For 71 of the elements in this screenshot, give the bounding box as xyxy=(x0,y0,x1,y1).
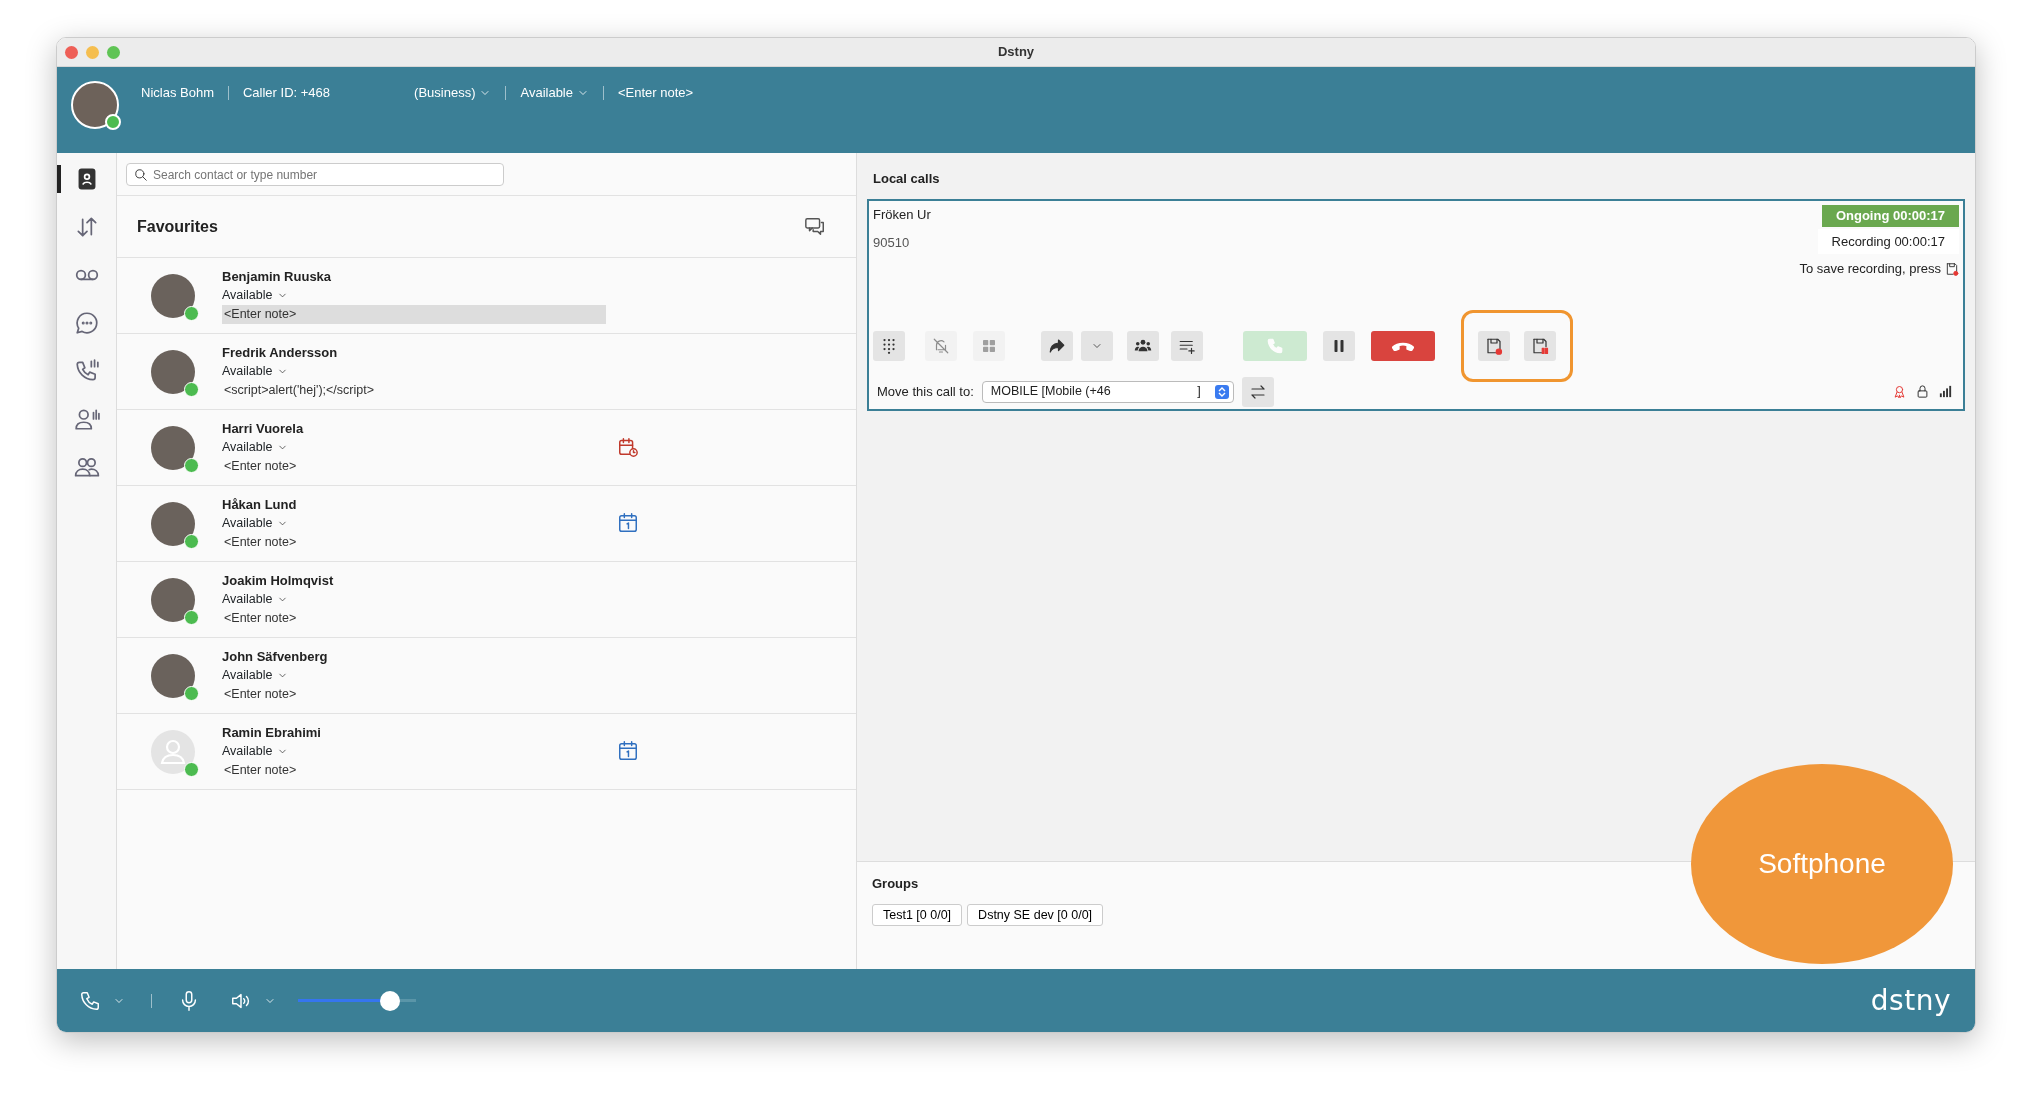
status-dropdown[interactable]: Available xyxy=(222,514,288,533)
dialpad-icon xyxy=(880,336,898,355)
user-name: Niclas Bohm xyxy=(141,84,214,102)
contact-name: Fredrik Andersson xyxy=(222,344,339,362)
logo-text: dstny xyxy=(1870,982,1951,1019)
signal-icon xyxy=(1938,384,1953,399)
group-button[interactable]: Dstny SE dev [0 0/0] xyxy=(967,903,1104,927)
phone-icon[interactable] xyxy=(79,989,101,1012)
ribbon-icon xyxy=(1892,384,1907,399)
status-dropdown[interactable]: Available xyxy=(222,362,288,381)
status-dropdown[interactable]: Available xyxy=(222,286,288,305)
add-to-list-button[interactable] xyxy=(1171,330,1203,361)
generic-avatar-icon xyxy=(151,729,195,774)
chat-icon xyxy=(73,310,100,336)
caller-name: Fröken Ur xyxy=(873,206,931,224)
hang-up-phone-icon xyxy=(1392,340,1414,351)
search-icon xyxy=(134,168,148,182)
status-dropdown[interactable]: Available xyxy=(222,666,288,685)
call-status-label: Ongoing 00:00:17 xyxy=(1821,205,1959,227)
note-field[interactable]: <Enter note> xyxy=(222,761,606,780)
note-field[interactable]: <Enter note> xyxy=(618,83,694,103)
contact-name: Joakim Holmqvist xyxy=(222,572,335,590)
status-dropdown[interactable]: Available xyxy=(520,83,589,103)
status-dropdown[interactable]: Available xyxy=(222,590,288,609)
muted-bell-icon xyxy=(932,336,950,355)
group-button[interactable]: Test1 [0 0/0] xyxy=(872,903,963,927)
close-button[interactable] xyxy=(65,45,78,59)
save-record-icon xyxy=(1485,336,1503,355)
conference-button[interactable] xyxy=(1127,330,1159,361)
note-field[interactable]: <Enter note> xyxy=(222,533,606,552)
dialpad-button[interactable] xyxy=(873,330,905,361)
contact-name: John Säfvenberg xyxy=(222,648,329,666)
calendar-icon[interactable] xyxy=(617,512,639,534)
section-title: Favourites xyxy=(137,216,218,237)
window-title: Dstny xyxy=(997,43,1035,62)
target-select[interactable]: MOBILE [Mobile (+46 ] xyxy=(981,380,1234,403)
lock-icon xyxy=(1915,384,1930,399)
hold-button[interactable] xyxy=(1323,330,1355,361)
contact-name: Harri Vuorela xyxy=(222,420,305,438)
note-field[interactable]: <Enter note> xyxy=(222,457,606,476)
stepper-icon xyxy=(1214,384,1229,399)
save-hint: To save recording, press xyxy=(1799,260,1941,278)
forward-arrow-icon xyxy=(1048,336,1066,355)
save-record-icon xyxy=(1945,261,1959,276)
transfer-button[interactable] xyxy=(1041,330,1073,361)
note-field[interactable]: <Enter note> xyxy=(222,305,606,324)
calendar-icon[interactable] xyxy=(617,740,639,762)
save-pause-icon xyxy=(1531,336,1549,355)
status-dropdown[interactable]: Available xyxy=(222,438,288,457)
note-field[interactable]: <script>alert('hej');</script> xyxy=(222,381,606,400)
note-field[interactable]: <Enter note> xyxy=(222,609,606,628)
caller-number: 90510 xyxy=(873,233,911,252)
section-title: Groups xyxy=(872,875,920,893)
search-field[interactable]: Search contact or type number xyxy=(126,163,504,186)
calendar-clock-icon[interactable] xyxy=(617,436,639,458)
swap-button[interactable] xyxy=(1241,376,1274,407)
recording-timer: Recording 00:00:17 xyxy=(1817,228,1959,254)
record-button[interactable] xyxy=(1478,330,1510,361)
pause-recording-button[interactable] xyxy=(1524,330,1556,361)
contact-name: Benjamin Ruuska xyxy=(222,268,333,286)
phone-icon xyxy=(1266,336,1284,355)
slider-thumb[interactable] xyxy=(380,990,401,1011)
section-title: Local calls xyxy=(872,170,941,188)
note-field[interactable]: <Enter note> xyxy=(222,685,606,704)
field-label: Move this call to: xyxy=(877,382,974,401)
hang-up-button[interactable] xyxy=(1371,330,1435,361)
profile-dropdown[interactable]: (Business) xyxy=(414,83,492,103)
caller-id: Caller ID: +468 xyxy=(242,84,331,102)
status-dropdown[interactable]: Available xyxy=(222,742,288,761)
contact-name: Håkan Lund xyxy=(222,496,298,514)
contact-name: Ramin Ebrahimi xyxy=(222,724,322,742)
